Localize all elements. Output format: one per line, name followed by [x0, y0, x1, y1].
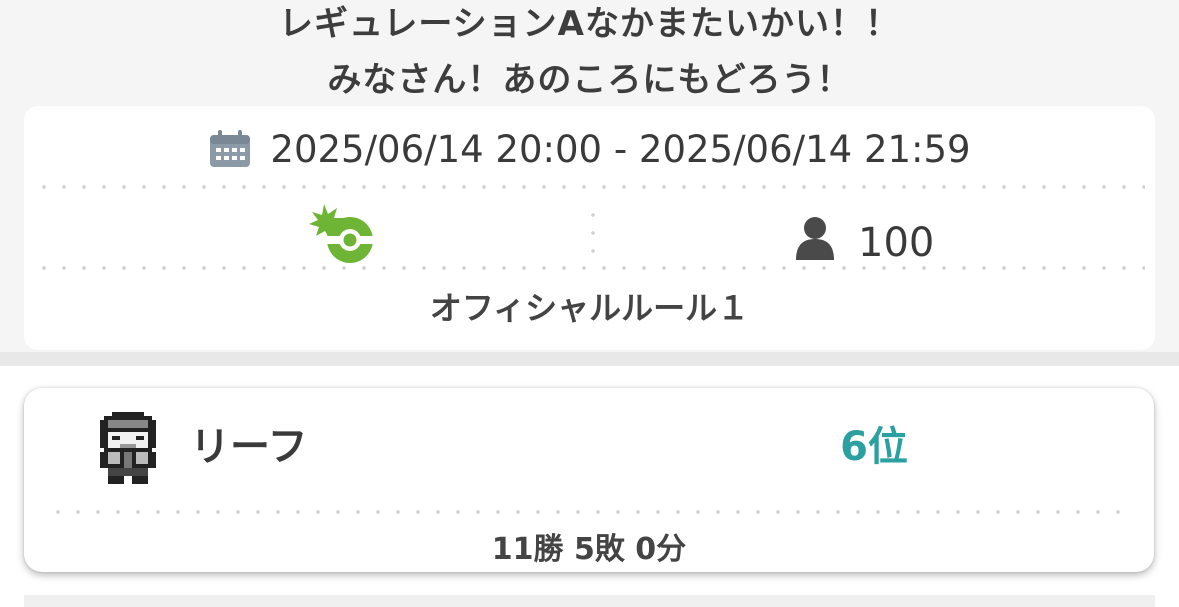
next-card-edge: [24, 595, 1155, 607]
calendar-icon: [210, 130, 251, 167]
vertical-dotted-divider: [591, 206, 595, 262]
dotted-divider: [48, 510, 1130, 514]
battle-format-icon: [309, 204, 373, 263]
win-loss-record: 11勝 5敗 0分: [491, 532, 687, 567]
date-row: 2025/06/14 20:00 - 2025/06/14 21:59: [24, 124, 1155, 174]
player-result-card[interactable]: リーフ 6位 11勝 5敗 0分: [24, 388, 1154, 572]
person-icon: [796, 217, 834, 260]
section-divider: [0, 352, 1179, 366]
rank-value: 6位: [840, 424, 908, 470]
date-range: 2025/06/14 20:00 - 2025/06/14 21:59: [270, 127, 971, 171]
dotted-divider: [34, 266, 1145, 270]
event-info-card: 2025/06/14 20:00 - 2025/06/14 21:59 100 …: [24, 106, 1155, 350]
player-name: リーフ: [190, 424, 308, 470]
event-title: レギュレーションAなかまたいかい！！ みなさん！あのころにもどろう！: [0, 4, 1179, 100]
rule-name: オフィシャルルール１: [429, 289, 750, 327]
event-title-line1: レギュレーションAなかまたいかい！！: [279, 4, 900, 44]
dotted-divider: [34, 185, 1145, 189]
participant-count: 100: [858, 220, 935, 266]
trainer-avatar-icon: [100, 412, 156, 484]
event-title-line2: みなさん！あのころにもどろう！: [327, 60, 852, 100]
